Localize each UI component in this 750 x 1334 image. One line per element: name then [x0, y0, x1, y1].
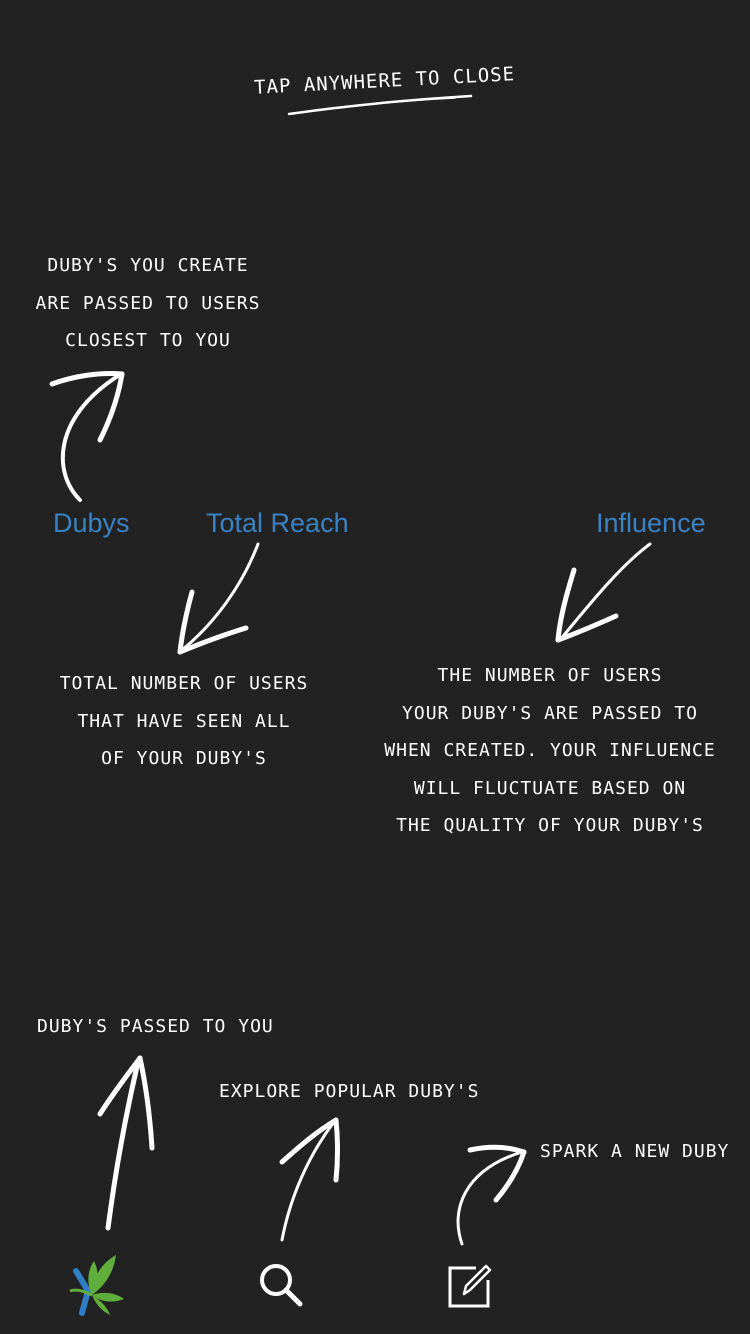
search-icon [260, 1264, 303, 1307]
stat-dubys-label: Dubys [53, 508, 130, 538]
arrow-to-compose-tab [456, 1144, 527, 1246]
callout-passed-to-you: DUBY'S PASSED TO YOU [37, 1016, 274, 1037]
close-hint-underline [287, 94, 473, 116]
arrow-to-home-tab [97, 1055, 155, 1231]
tab-search[interactable] [246, 1250, 316, 1320]
arrow-from-influence [555, 542, 652, 643]
stat-influence-label: Influence [596, 508, 706, 538]
tab-home[interactable] [56, 1250, 132, 1320]
callout-influence: THE NUMBER OF USERS YOUR DUBY'S ARE PASS… [384, 665, 716, 836]
callout-dubys-create: DUBY'S YOU CREATE ARE PASSED TO USERS CL… [35, 255, 261, 351]
stat-total-reach-label: Total Reach [206, 508, 349, 538]
arrow-to-dubys [49, 371, 125, 502]
arrow-from-total-reach [177, 542, 260, 655]
arrow-to-search-tab [279, 1117, 340, 1242]
callout-spark: SPARK A NEW DUBY [540, 1141, 730, 1162]
callout-total-reach: TOTAL NUMBER OF USERS THAT HAVE SEEN ALL… [59, 673, 309, 769]
tab-compose[interactable] [434, 1250, 504, 1320]
leaf-y-logo-icon [69, 1255, 124, 1316]
callout-explore: EXPLORE POPULAR DUBY'S [219, 1081, 480, 1102]
compose-icon [448, 1264, 492, 1308]
tutorial-overlay[interactable]: TAP ANYWHERE TO CLOSE DUBY'S YOU CREATE … [0, 0, 750, 1334]
